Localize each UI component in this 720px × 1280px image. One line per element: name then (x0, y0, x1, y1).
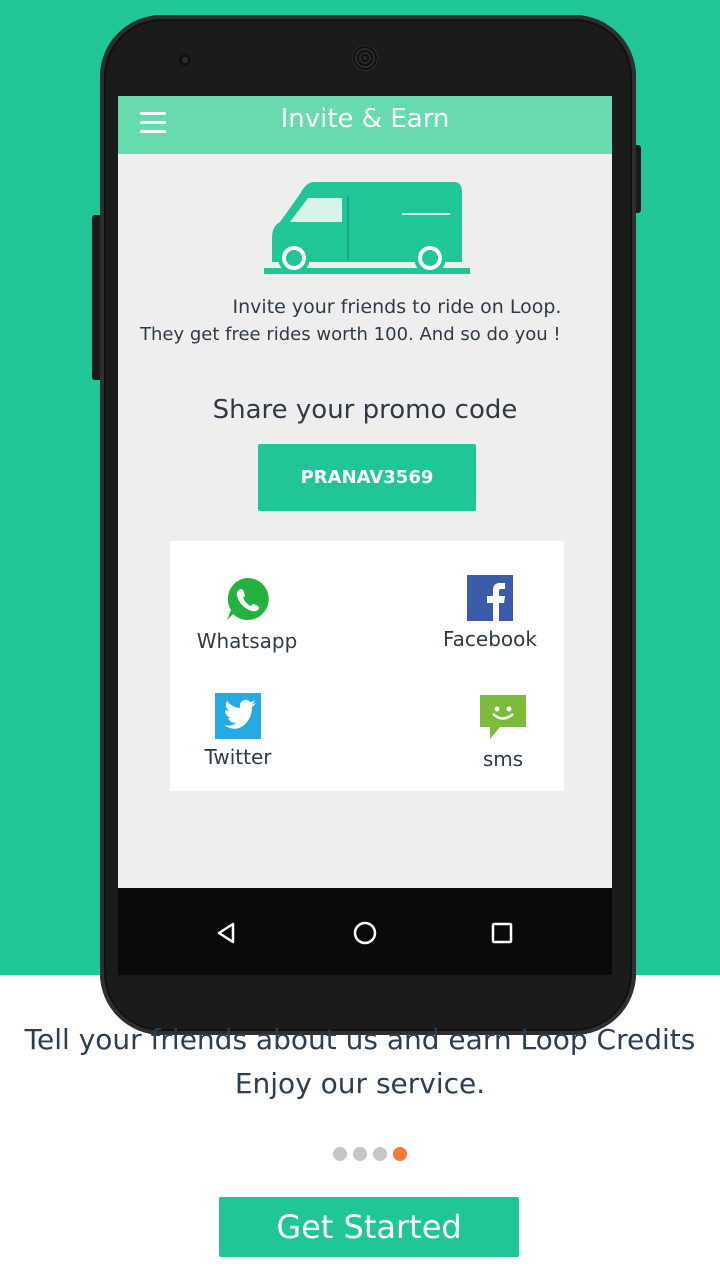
phone-screen: Invite & Earn Invite your friends to rid… (118, 96, 612, 888)
share-sms-button[interactable]: sms (470, 693, 536, 771)
onboarding-line2: Enjoy our service. (234, 1067, 486, 1100)
share-twitter-button[interactable]: Twitter (192, 693, 284, 769)
facebook-label: Facebook (443, 627, 537, 651)
whatsapp-label: Whatsapp (196, 629, 298, 653)
share-whatsapp-button[interactable]: Whatsapp (192, 575, 302, 653)
earpiece-speaker (352, 45, 378, 71)
share-promo-title: Share your promo code (212, 395, 518, 425)
page-dot-active (393, 1147, 407, 1161)
home-icon[interactable] (350, 918, 380, 948)
whatsapp-icon (227, 577, 269, 620)
facebook-icon (467, 575, 513, 621)
back-icon[interactable] (213, 918, 243, 948)
invite-text-line2: They get free rides worth 100. And so do… (140, 324, 561, 345)
get-started-button[interactable]: Get Started (219, 1197, 519, 1257)
page-dot (373, 1147, 387, 1161)
page-dot (333, 1147, 347, 1161)
app-bar: Invite & Earn (118, 96, 612, 154)
front-camera (179, 54, 191, 66)
promo-code-button[interactable]: PRANAV3569 (258, 444, 476, 511)
recents-icon[interactable] (487, 918, 517, 948)
twitter-icon (215, 693, 261, 739)
android-nav-bar (118, 888, 612, 975)
app-bar-title: Invite & Earn (280, 104, 450, 134)
invite-text-line1: Invite your friends to ride on Loop. (232, 296, 562, 318)
van-illustration-icon (264, 182, 470, 274)
share-facebook-button[interactable]: Facebook (432, 575, 548, 651)
page-indicator (333, 1146, 413, 1162)
onboarding-description: Tell your friends about us and earn Loop… (0, 1018, 720, 1106)
page-dot (353, 1147, 367, 1161)
sms-label: sms (482, 747, 524, 771)
sms-icon (480, 695, 526, 739)
twitter-label: Twitter (204, 745, 272, 769)
onboarding-line1: Tell your friends about us and earn Loop… (24, 1023, 696, 1056)
share-options-card: Whatsapp Facebook Twitter sms (170, 541, 564, 791)
